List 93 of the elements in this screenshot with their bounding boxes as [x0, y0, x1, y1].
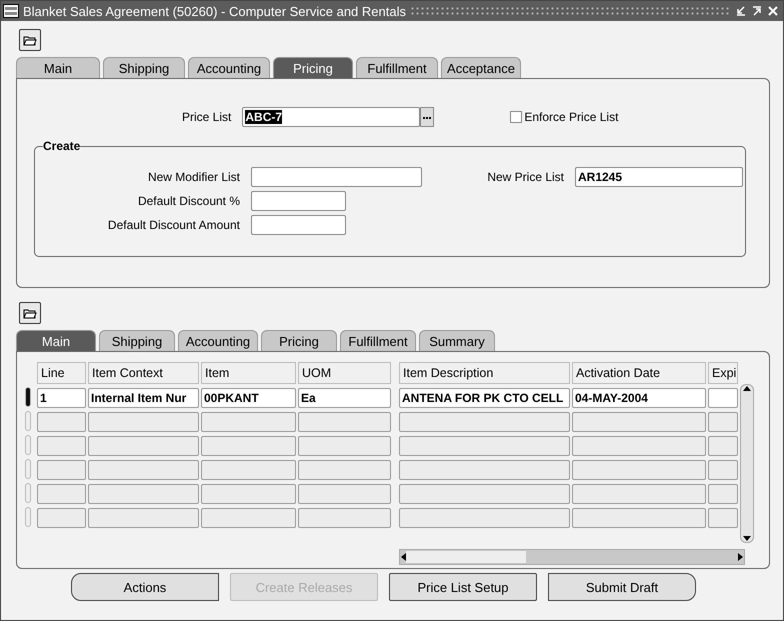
checkbox[interactable] — [510, 111, 522, 123]
column-header: Item — [201, 362, 296, 384]
table-cell[interactable] — [88, 436, 199, 456]
table-cell[interactable] — [201, 484, 296, 504]
tab[interactable]: Shipping — [99, 330, 175, 351]
folder-button[interactable] — [19, 29, 41, 51]
table-cell[interactable] — [201, 436, 296, 456]
tab[interactable]: Fulfillment — [356, 57, 438, 78]
row-indicator[interactable] — [25, 387, 31, 407]
table-cell[interactable] — [298, 460, 391, 480]
table-cell[interactable]: 00PKANT — [201, 388, 296, 408]
table-cell[interactable] — [37, 412, 86, 432]
field-label: New Modifier List — [146, 170, 240, 184]
table-cell[interactable] — [88, 484, 199, 504]
column-header: Activation Date — [572, 362, 706, 384]
column-header: Line — [37, 362, 86, 384]
field-label: New Price List — [486, 170, 564, 184]
group-title: Create — [43, 139, 80, 153]
folder-button[interactable] — [19, 302, 41, 324]
table-cell[interactable] — [298, 412, 391, 432]
input-field[interactable] — [251, 215, 346, 235]
action-button[interactable]: Price List Setup — [389, 573, 537, 601]
maximize-icon[interactable] — [751, 5, 763, 17]
table-cell[interactable] — [37, 460, 86, 480]
table-cell[interactable]: Internal Item Nur — [88, 388, 199, 408]
checkbox-label: Enforce Price List — [524, 110, 618, 124]
table-cell[interactable] — [201, 460, 296, 480]
folder-icon — [23, 307, 37, 319]
table-cell[interactable] — [399, 460, 570, 480]
tab[interactable]: Accounting — [178, 330, 258, 351]
tab[interactable]: Summary — [419, 330, 495, 351]
scroll-right-icon[interactable] — [738, 553, 744, 561]
table-cell[interactable] — [708, 484, 738, 504]
table-cell[interactable]: 1 — [37, 388, 86, 408]
table-cell[interactable] — [708, 412, 738, 432]
table-cell[interactable] — [88, 412, 199, 432]
table-cell[interactable] — [572, 412, 706, 432]
table-cell[interactable] — [399, 508, 570, 528]
tab[interactable]: Acceptance — [441, 57, 521, 78]
table-cell[interactable] — [201, 508, 296, 528]
table-cell[interactable]: Ea — [298, 388, 391, 408]
app-logo-icon — [3, 4, 19, 18]
scroll-up-icon[interactable] — [743, 385, 751, 391]
table-cell[interactable] — [37, 484, 86, 504]
list-of-values-button[interactable] — [420, 107, 434, 127]
table-cell[interactable] — [88, 508, 199, 528]
tab[interactable]: Pricing — [273, 57, 353, 78]
action-button[interactable]: Submit Draft — [548, 573, 696, 601]
table-cell[interactable] — [201, 412, 296, 432]
tab[interactable]: Main — [16, 57, 100, 78]
table-cell[interactable] — [298, 508, 391, 528]
input-field[interactable] — [251, 167, 422, 187]
column-header: UOM — [298, 362, 391, 384]
table-cell[interactable] — [37, 436, 86, 456]
tab[interactable]: Shipping — [103, 57, 185, 78]
field-label: Default Discount % — [136, 194, 240, 208]
price-list-field[interactable]: ABC-7 — [242, 107, 420, 127]
table-cell[interactable] — [708, 436, 738, 456]
table-cell[interactable] — [399, 484, 570, 504]
table-cell[interactable] — [88, 460, 199, 480]
scroll-down-icon[interactable] — [743, 536, 751, 542]
table-cell[interactable] — [37, 508, 86, 528]
horizontal-scrollbar[interactable] — [399, 549, 745, 565]
column-header: Expi — [708, 362, 738, 384]
tab[interactable]: Fulfillment — [340, 330, 416, 351]
tab[interactable]: Accounting — [188, 57, 270, 78]
column-header: Item Description — [399, 362, 570, 384]
field-label: Default Discount Amount — [106, 218, 240, 232]
column-header: Item Context — [88, 362, 199, 384]
table-cell[interactable] — [708, 388, 738, 408]
table-cell[interactable] — [572, 508, 706, 528]
field-label: Price List — [182, 110, 232, 124]
table-cell[interactable] — [708, 460, 738, 480]
minimize-icon[interactable] — [735, 5, 747, 17]
input-field[interactable] — [251, 191, 346, 211]
table-cell[interactable]: ANTENA FOR PK CTO CELL — [399, 388, 570, 408]
table-cell[interactable] — [572, 436, 706, 456]
window-title: Blanket Sales Agreement (50260) - Computer Service and Rentals — [23, 4, 406, 18]
table-cell[interactable] — [708, 508, 738, 528]
tab[interactable]: Pricing — [261, 330, 337, 351]
vertical-scrollbar[interactable] — [740, 384, 754, 543]
table-cell[interactable]: 04-MAY-2004 — [572, 388, 706, 408]
close-icon[interactable] — [767, 5, 779, 17]
table-cell[interactable] — [572, 460, 706, 480]
folder-icon — [23, 34, 37, 46]
table-cell[interactable] — [572, 484, 706, 504]
table-cell[interactable] — [399, 436, 570, 456]
tab[interactable]: Main — [16, 330, 96, 351]
action-button[interactable]: Actions — [71, 573, 219, 601]
input-field[interactable]: AR1245 — [575, 167, 743, 187]
table-cell[interactable] — [298, 436, 391, 456]
table-cell[interactable] — [298, 484, 391, 504]
table-cell[interactable] — [399, 412, 570, 432]
